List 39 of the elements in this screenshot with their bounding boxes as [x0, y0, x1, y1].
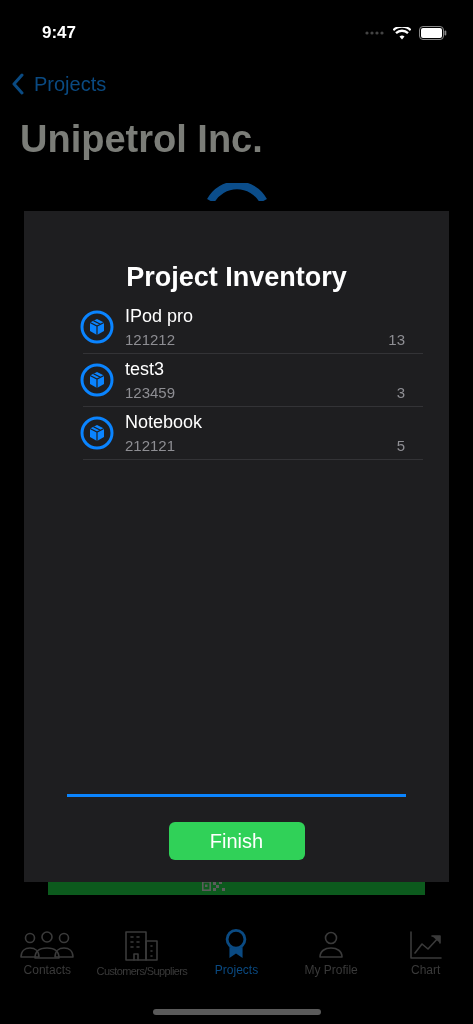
- tab-bar-item[interactable]: Chart: [409, 929, 442, 979]
- chevron-left-icon: [11, 73, 25, 95]
- page-title: Unipetrol Inc.: [19, 117, 264, 162]
- tab-bar-item[interactable]: Contacts: [20, 929, 75, 979]
- people-icon: [20, 931, 75, 959]
- tab-label: Projects: [214, 962, 259, 979]
- chart-icon: [409, 931, 442, 959]
- package-icon: [80, 416, 114, 450]
- battery-icon: [419, 26, 447, 40]
- person-icon: [319, 931, 344, 959]
- item-count: 13: [388, 331, 405, 349]
- status-time: 9:47: [42, 22, 77, 45]
- item-name: Notebook: [125, 411, 203, 433]
- item-name: IPod pro: [125, 305, 194, 327]
- tab-bar-item[interactable]: My Profile: [304, 929, 358, 979]
- dialog-title: Project Inventory: [126, 261, 347, 293]
- back-button[interactable]: Projects: [11, 69, 107, 99]
- tab-bar-item[interactable]: Projects: [214, 929, 259, 979]
- inventory-row[interactable]: test3 123459 3: [83, 354, 423, 407]
- qr-code-icon: [201, 881, 226, 891]
- tab-label: Contacts: [23, 962, 71, 979]
- wifi-icon: [393, 26, 411, 40]
- package-icon: [80, 363, 114, 397]
- tab-label: Customers/Suppliers: [96, 963, 188, 979]
- tab-label: Chart: [411, 962, 441, 979]
- tab-label: My Profile: [304, 962, 358, 979]
- signal-icon: [365, 31, 385, 35]
- item-code: 123459: [125, 384, 176, 402]
- inventory-row[interactable]: Notebook 212121 5: [83, 407, 423, 460]
- finish-button[interactable]: Finish: [168, 822, 305, 860]
- item-name: test3: [125, 358, 165, 380]
- item-count: 5: [396, 437, 405, 455]
- building-icon: [124, 930, 159, 961]
- item-code: 212121: [125, 437, 176, 455]
- item-code: 121212: [125, 331, 176, 349]
- tab-bar-item[interactable]: Customers/Suppliers: [96, 929, 188, 979]
- inventory-row[interactable]: IPod pro 121212 13: [83, 301, 423, 354]
- item-count: 3: [396, 384, 405, 402]
- package-icon: [80, 310, 114, 344]
